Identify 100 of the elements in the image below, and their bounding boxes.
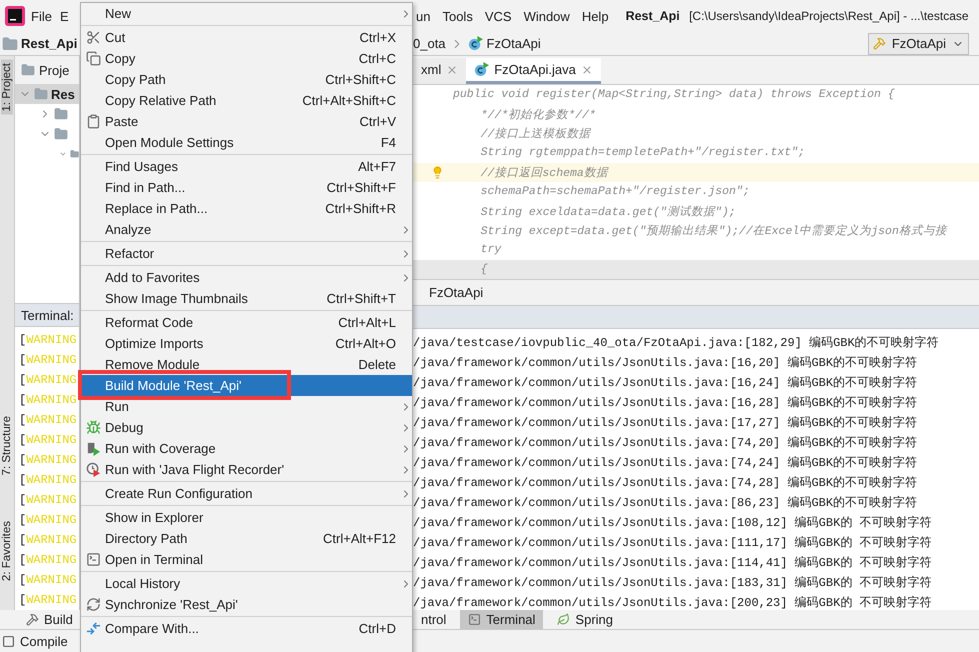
menu-item[interactable]: Copy Relative Path Ctrl+Alt+Shift+C	[81, 90, 412, 111]
menu-item[interactable]: Find Usages Alt+F7	[81, 156, 412, 177]
menu-item[interactable]: Paste Ctrl+V	[81, 111, 412, 132]
app-logo-icon[interactable]	[4, 5, 26, 27]
menu-item[interactable]: Find in Path... Ctrl+Shift+F	[81, 177, 412, 198]
tool-window-tab[interactable]: Terminal	[460, 610, 544, 629]
clipboard-icon	[86, 114, 100, 129]
shortcut-text: Ctrl+X	[360, 30, 396, 45]
menu-item[interactable]: File	[28, 8, 55, 24]
shortcut-text: Alt+F7	[358, 159, 396, 174]
menu-item[interactable]: un	[413, 8, 434, 24]
refresh-icon	[86, 597, 100, 612]
checkbox-icon[interactable]	[2, 634, 15, 648]
log-tag: WARNING	[26, 493, 77, 507]
tool-window-tab[interactable]: ntrol	[413, 610, 454, 629]
log-tag: WARNING	[26, 413, 77, 427]
run-config-dropdown[interactable]: FzOtaApi	[868, 32, 969, 54]
log-tag: WARNING	[26, 333, 77, 347]
shortcut-text: Ctrl+D	[358, 621, 396, 636]
menu-item[interactable]: Show in Explorer	[81, 507, 412, 528]
breadcrumb-item[interactable]: FzOtaApi	[429, 285, 484, 300]
menu-item[interactable]: Reformat Code Ctrl+Alt+L	[81, 312, 412, 333]
log-tag: WARNING	[26, 593, 77, 607]
log-tag: WARNING	[26, 553, 77, 567]
compare-arrows-icon	[86, 621, 100, 636]
log-line: /java/framework/common/utils/JsonUtils.java:[74,20] 编码GBK的不可映射字符	[413, 434, 918, 450]
breadcrumb-item[interactable]: 0_ota	[413, 36, 446, 51]
menu-item[interactable]: Copy Path Ctrl+Shift+C	[81, 69, 412, 90]
menu-item[interactable]: Window	[520, 8, 573, 24]
clock-play-icon	[86, 462, 100, 477]
menu-item[interactable]: New	[81, 3, 412, 24]
code-line: public void register(Map<String,String> data) throws Exception {	[453, 88, 895, 102]
menu-item[interactable]: Copy Ctrl+C	[81, 48, 412, 69]
log-tag: WARNING	[26, 453, 77, 467]
side-tool-tab[interactable]: 2: Favorites	[1, 518, 13, 584]
log-line: /java/framework/common/utils/JsonUtils.java:[74,28] 编码GBK的不可映射字符	[413, 474, 918, 490]
terminal-title: Terminal:	[21, 308, 74, 322]
scissors-icon	[86, 30, 100, 45]
code-line: *//*初始化参数*//*	[480, 107, 596, 122]
shortcut-text: Ctrl+Alt+F12	[323, 531, 396, 546]
menu-item[interactable]: Local History	[81, 573, 412, 594]
folder-icon	[54, 107, 68, 121]
folder-icon	[34, 87, 48, 101]
menu-item[interactable]: Analyze	[81, 219, 412, 240]
class-icon	[474, 62, 490, 77]
menu-item[interactable]: Build Module 'Rest_Api'	[81, 375, 412, 396]
breadcrumb-item[interactable]: Rest_Api	[21, 36, 78, 51]
menu-item[interactable]: Help	[578, 8, 612, 24]
hammer-icon	[872, 37, 886, 50]
menu-item[interactable]: Open in Terminal	[81, 549, 412, 570]
code-line: String exceldata=data.get("测试数据");	[480, 204, 736, 219]
side-tool-tab[interactable]: 1: Project	[1, 60, 13, 115]
shortcut-text: Ctrl+Shift+F	[326, 180, 396, 195]
lightbulb-icon[interactable]	[431, 166, 444, 179]
log-tag: WARNING	[26, 353, 77, 367]
menu-item[interactable]: Synchronize 'Rest_Api'	[81, 594, 412, 615]
menu-item[interactable]: Tools	[439, 8, 476, 24]
menu-item[interactable]: Refactor	[81, 243, 412, 264]
menu-item[interactable]: Show Image Thumbnails Ctrl+Shift+T	[81, 288, 412, 309]
log-tag: WARNING	[26, 433, 77, 447]
editor-tab[interactable]: xml	[413, 58, 466, 84]
shortcut-text: Ctrl+Shift+R	[325, 201, 396, 216]
menu-item[interactable]: Directory Path Ctrl+Alt+F12	[81, 528, 412, 549]
log-bracket: [	[19, 473, 26, 487]
menu-item[interactable]: Run	[81, 396, 412, 417]
close-icon[interactable]	[446, 64, 458, 76]
editor-tab[interactable]: FzOtaApi.java	[466, 58, 601, 84]
log-tag: WARNING	[26, 373, 77, 387]
menu-item[interactable]: VCS	[482, 8, 515, 24]
menu-item[interactable]: Run with 'Java Flight Recorder'	[81, 459, 412, 480]
menu-item[interactable]: Debug	[81, 417, 412, 438]
leaf-icon	[557, 613, 570, 626]
menu-item[interactable]: Compare With... Ctrl+D	[81, 618, 412, 639]
folder-icon	[54, 127, 68, 141]
log-tag: WARNING	[26, 573, 77, 587]
menu-item[interactable]: E	[56, 8, 72, 24]
tool-window-tab[interactable]: Spring	[549, 610, 621, 629]
log-bracket: [	[19, 413, 26, 427]
log-line: /java/framework/common/utils/JsonUtils.java:[111,17] 编码GBK的 不可映射字符	[413, 534, 932, 550]
class-icon	[468, 36, 483, 51]
log-bracket: [	[19, 553, 26, 567]
tool-window-tab[interactable]: Build	[18, 610, 80, 629]
breadcrumb-item[interactable]: FzOtaApi	[486, 36, 541, 51]
menu-item[interactable]: Add to Favorites	[81, 267, 412, 288]
side-tool-tab[interactable]: 7: Structure	[1, 412, 13, 478]
menu-item[interactable]: Optimize Imports Ctrl+Alt+O	[81, 333, 412, 354]
menu-item[interactable]: Remove Module Delete	[81, 354, 412, 375]
shortcut-text: Ctrl+Alt+Shift+C	[302, 93, 396, 108]
menu-item[interactable]: Cut Ctrl+X	[81, 27, 412, 48]
close-icon[interactable]	[580, 64, 593, 76]
log-line: /java/framework/common/utils/JsonUtils.java:[114,41] 编码GBK的 不可映射字符	[413, 554, 932, 570]
menu-item[interactable]: Run with Coverage	[81, 438, 412, 459]
menu-item[interactable]: Open Module Settings F4	[81, 132, 412, 153]
folder-icon	[21, 63, 35, 77]
status-text: Compile	[20, 634, 68, 648]
menu-item[interactable]: Create Run Configuration	[81, 483, 412, 504]
log-bracket: [	[19, 533, 26, 547]
window-path: [C:\Users\sandy\IdeaProjects\Rest_Api] - ...\testcase	[688, 9, 969, 23]
code-editor[interactable]	[413, 85, 979, 279]
menu-item[interactable]: Replace in Path... Ctrl+Shift+R	[81, 198, 412, 219]
